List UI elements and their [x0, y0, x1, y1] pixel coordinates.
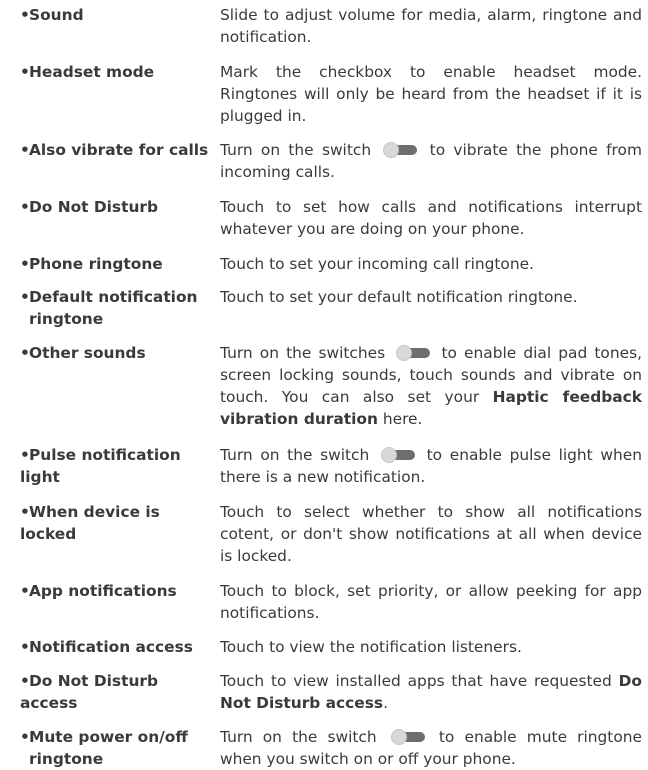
- term-label-continued: ringtone: [29, 310, 104, 328]
- bullet: •: [20, 728, 30, 746]
- term-label-continued: ringtone: [29, 750, 104, 768]
- term-do-not-disturb: •Do Not Disturb: [20, 196, 216, 218]
- term-label: Pulse notification light: [20, 446, 181, 486]
- term-label: Mute power on/off: [29, 728, 188, 746]
- desc-default-notification-ringtone: Touch to set your default notification r…: [220, 288, 578, 306]
- toggle-switch-icon: [390, 729, 425, 745]
- desc-pulse-notification-light: Turn on the switch to enable pulse light…: [220, 444, 642, 488]
- desc-other-sounds: Turn on the switches to enable dial pad …: [220, 342, 642, 430]
- desc-sound: Slide to adjust volume for media, alarm,…: [220, 6, 642, 46]
- term-other-sounds: •Other sounds: [20, 342, 216, 364]
- desc-notification-access: Touch to view the notification listeners…: [220, 638, 522, 656]
- bullet: •: [20, 198, 30, 216]
- term-label: Notification access: [29, 638, 193, 656]
- term-label: Do Not Disturb access: [20, 672, 159, 712]
- desc-text: Touch to view installed apps that have r…: [220, 672, 612, 690]
- term-sound: •Sound: [20, 4, 216, 26]
- switch-knob: [380, 447, 397, 463]
- term-notification-access: •Notification access: [20, 636, 216, 658]
- term-label: Phone ringtone: [29, 255, 163, 273]
- desc-text: here.: [382, 410, 423, 428]
- bullet: •: [20, 141, 30, 159]
- desc-text: Turn on the switch: [220, 446, 370, 464]
- switch-knob: [396, 345, 413, 361]
- switch-knob: [390, 729, 407, 745]
- term-phone-ringtone: •Phone ringtone: [20, 253, 216, 275]
- desc-also-vibrate: Turn on the switch to vibrate the phone …: [220, 139, 642, 183]
- bullet: •: [20, 63, 30, 81]
- bullet: •: [20, 6, 30, 24]
- bullet: •: [20, 255, 30, 273]
- term-label: Other sounds: [29, 344, 146, 362]
- desc-headset-mode: Mark the checkbox to enable headset mode…: [220, 63, 642, 125]
- term-label: When device is locked: [20, 503, 160, 543]
- bullet: •: [20, 638, 30, 656]
- bullet: •: [20, 582, 30, 600]
- bullet: •: [20, 503, 30, 521]
- term-label: Default notification: [29, 288, 198, 306]
- bullet: •: [20, 344, 30, 362]
- term-headset-mode: •Headset mode: [20, 61, 216, 83]
- desc-text: Turn on the switch: [220, 728, 377, 746]
- desc-do-not-disturb: Touch to set how calls and notifications…: [220, 198, 642, 238]
- toggle-switch-icon: [380, 447, 415, 463]
- term-also-vibrate: •Also vibrate for calls: [20, 139, 216, 161]
- term-app-notifications: •App notifications: [20, 580, 216, 602]
- desc-mute-power-ringtone: Turn on the switch to enable mute ringto…: [220, 726, 642, 770]
- desc-app-notifications: Touch to block, set priority, or allow p…: [220, 582, 642, 622]
- toggle-switch-icon: [396, 345, 431, 361]
- bullet: •: [20, 446, 30, 464]
- term-label: Do Not Disturb: [29, 198, 159, 216]
- bullet: •: [20, 672, 30, 690]
- bullet: •: [20, 288, 30, 306]
- settings-help-page: •Sound Slide to adjust volume for media,…: [0, 0, 648, 768]
- term-label: App notifications: [29, 582, 177, 600]
- switch-knob: [383, 142, 400, 158]
- term-when-device-locked: •When device is locked: [20, 501, 216, 545]
- toggle-switch-icon: [383, 142, 418, 158]
- desc-text: Turn on the switches: [220, 344, 386, 362]
- term-mute-power-ringtone: •Mute power on/off ringtone: [20, 726, 216, 770]
- desc-do-not-disturb-access: Touch to view installed apps that have r…: [220, 670, 642, 714]
- desc-when-device-locked: Touch to select whether to show all noti…: [220, 503, 642, 565]
- term-label: Headset mode: [29, 63, 155, 81]
- term-pulse-notification-light: •Pulse notification light: [20, 444, 216, 488]
- term-default-notification-ringtone: •Default notification ringtone: [20, 286, 216, 330]
- desc-phone-ringtone: Touch to set your incoming call ringtone…: [220, 255, 534, 273]
- term-label: Sound: [29, 6, 84, 24]
- desc-text: .: [383, 694, 388, 712]
- desc-text: Turn on the switch: [220, 141, 372, 159]
- term-do-not-disturb-access: •Do Not Disturb access: [20, 670, 216, 714]
- term-label: Also vibrate for calls: [29, 141, 209, 159]
